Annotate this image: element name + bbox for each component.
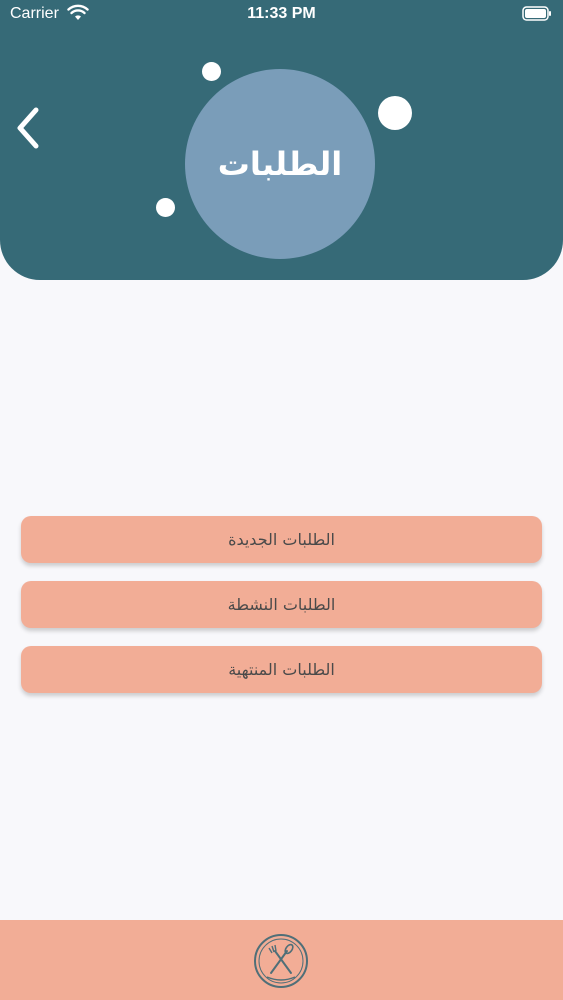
header: Carrier 11:33 PM الطلبات: [0, 0, 563, 280]
decorative-dot: [202, 62, 221, 81]
home-made-logo-icon[interactable]: [253, 933, 309, 989]
finished-orders-label: الطلبات المنتهية: [228, 660, 335, 679]
clock: 11:33 PM: [247, 5, 316, 22]
footer: [0, 920, 563, 1000]
orders-screen: Carrier 11:33 PM الطلبات الطلبات الجديدة…: [0, 0, 563, 1000]
chevron-left-icon: [17, 107, 39, 149]
active-orders-button[interactable]: الطلبات النشطة: [21, 581, 542, 628]
title-circle: الطلبات: [185, 69, 375, 259]
decorative-dot: [156, 198, 175, 217]
new-orders-button[interactable]: الطلبات الجديدة: [21, 516, 542, 563]
new-orders-label: الطلبات الجديدة: [228, 530, 335, 549]
battery-icon: [522, 6, 551, 21]
decorative-dot: [378, 96, 412, 130]
active-orders-label: الطلبات النشطة: [227, 595, 336, 614]
finished-orders-button[interactable]: الطلبات المنتهية: [21, 646, 542, 693]
page-title: الطلبات: [217, 145, 343, 183]
back-button[interactable]: [8, 103, 48, 153]
status-bar: Carrier 11:33 PM: [0, 0, 563, 30]
